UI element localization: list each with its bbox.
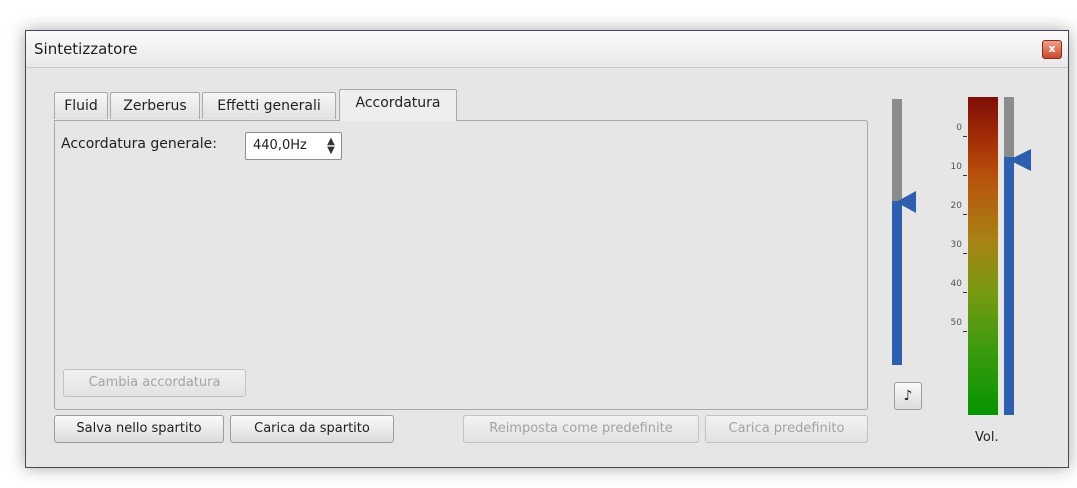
close-button[interactable]: x [1042, 40, 1062, 59]
metronome-icon: ♪ [903, 388, 913, 404]
meter-tick-mark [963, 292, 967, 293]
meter-tick-mark [963, 214, 967, 215]
meter-tick-10: 10 [950, 162, 962, 172]
save-to-score-button[interactable]: Salva nello spartito [54, 415, 224, 443]
meter-tick-mark [963, 331, 967, 332]
meter-tick-mark [963, 253, 967, 254]
meter-tick-40: 40 [950, 279, 962, 289]
tab-effetti-generali[interactable]: Effetti generali [202, 92, 336, 119]
master-volume-slider-fill[interactable] [892, 201, 902, 365]
change-tuning-button[interactable]: Cambia accordatura [63, 369, 246, 397]
window-title: Sintetizzatore [34, 40, 138, 58]
synthesizer-window: Sintetizzatore x Fluid Zerberus Effetti … [25, 30, 1069, 468]
load-from-score-button[interactable]: Carica da spartito [230, 415, 394, 443]
meter-tick-0: 0 [956, 123, 962, 133]
meter-tick-20: 20 [950, 201, 962, 211]
master-tuning-value: 440,0Hz [253, 138, 307, 153]
meter-tick-mark [963, 136, 967, 137]
master-volume-slider-track[interactable] [892, 99, 902, 201]
meter-tick-mark [963, 175, 967, 176]
load-default-button[interactable]: Carica predefinito [705, 415, 868, 443]
reset-default-button[interactable]: Reimposta come predefinite [463, 415, 699, 443]
volume-slider-fill[interactable] [1004, 157, 1014, 415]
volume-slider-track[interactable] [1004, 97, 1014, 157]
tab-panel-accordatura [54, 120, 868, 410]
meter-tick-50: 50 [950, 318, 962, 328]
volume-slider-handle[interactable] [1009, 149, 1031, 171]
tab-zerberus[interactable]: Zerberus [110, 92, 200, 119]
master-tuning-spinbox[interactable]: 440,0Hz ▲ ▼ [245, 132, 342, 160]
tab-accordatura[interactable]: Accordatura [339, 89, 457, 121]
volume-label: Vol. [975, 430, 999, 445]
meter-tick-30: 30 [950, 240, 962, 250]
master-tuning-label: Accordatura generale: [61, 136, 217, 152]
volume-level-meter [968, 97, 998, 415]
title-bar[interactable]: Sintetizzatore x [26, 31, 1068, 68]
tab-fluid[interactable]: Fluid [54, 92, 108, 119]
master-volume-slider-handle[interactable] [896, 191, 916, 213]
spin-arrows-icon[interactable]: ▲ ▼ [325, 137, 337, 156]
metronome-button[interactable]: ♪ [894, 382, 922, 410]
